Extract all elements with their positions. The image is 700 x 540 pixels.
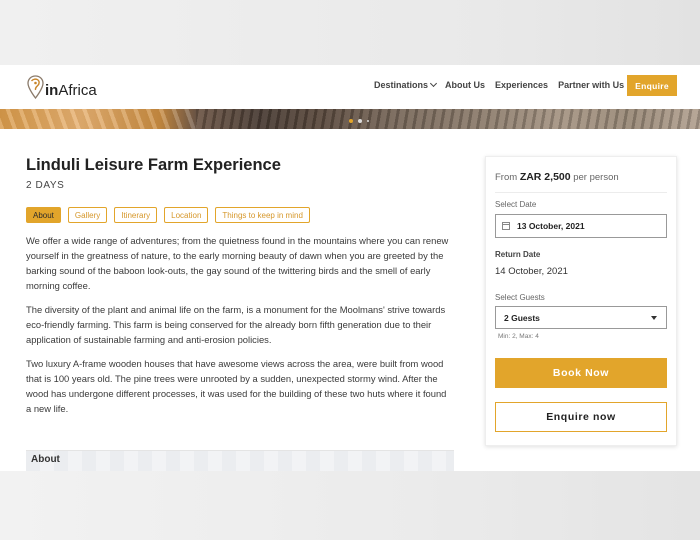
logo-wordmark: inAfrica (45, 82, 97, 99)
price-prefix: From (495, 172, 518, 183)
carousel-dot[interactable] (367, 120, 369, 122)
tab-gallery[interactable]: Gallery (67, 207, 108, 223)
nav-experiences[interactable]: Experiences (495, 80, 548, 90)
calendar-icon (502, 222, 510, 230)
description-paragraph: Two luxury A-frame wooden houses that ha… (26, 358, 447, 414)
bottom-background (0, 471, 700, 540)
tab-itinerary[interactable]: Itinerary (114, 207, 158, 223)
guests-select[interactable]: 2 Guests (495, 306, 667, 329)
enquire-button[interactable]: Enquire (627, 75, 677, 96)
price-suffix: per person (573, 172, 619, 183)
carousel-dots (349, 119, 369, 123)
main-nav: Destinations About Us Experiences Partne… (374, 79, 624, 90)
description-paragraph: The diversity of the plant and animal li… (26, 304, 446, 345)
select-guests-label: Select Guests (495, 293, 545, 302)
about-section-header (26, 450, 454, 471)
enquire-now-button[interactable]: Enquire now (495, 402, 667, 432)
logo-text-bold: in (45, 81, 59, 99)
description: We offer a wide range of adventures; fro… (26, 233, 451, 425)
tab-location[interactable]: Location (164, 207, 209, 223)
nav-about-us[interactable]: About Us (445, 80, 485, 90)
tab-things-to-keep-in-mind[interactable]: Things to keep in mind (215, 207, 310, 223)
section-tabs: About Gallery Itinerary Location Things … (26, 207, 310, 223)
carousel-dot[interactable] (349, 119, 353, 123)
chevron-down-icon (429, 79, 438, 88)
nav-destinations[interactable]: Destinations (374, 79, 438, 90)
page-title: Linduli Leisure Farm Experience (26, 156, 281, 174)
price-value: ZAR 2,500 (519, 171, 571, 183)
return-date-value: 14 October, 2021 (495, 266, 568, 277)
nav-partner-with-us[interactable]: Partner with Us (558, 80, 624, 90)
book-now-button[interactable]: Book Now (495, 358, 667, 388)
date-value: 13 October, 2021 (517, 221, 585, 231)
guests-limits: Min: 2, Max: 4 (498, 333, 539, 340)
guests-value: 2 Guests (504, 312, 540, 323)
map-pin-icon (27, 75, 44, 99)
select-date-label: Select Date (495, 200, 537, 209)
description-paragraph: We offer a wide range of adventures; fro… (26, 235, 449, 291)
divider (495, 192, 667, 193)
tab-about[interactable]: About (26, 207, 61, 223)
date-picker-input[interactable]: 13 October, 2021 (495, 214, 667, 238)
carousel-dot[interactable] (358, 119, 362, 123)
return-date-label: Return Date (495, 250, 541, 259)
duration-label: 2 DAYS (26, 180, 65, 191)
caret-down-icon (651, 315, 657, 320)
top-background (0, 0, 700, 65)
site-logo[interactable]: inAfrica (27, 73, 97, 101)
price-line: From ZAR 2,500 per person (495, 171, 619, 183)
about-section-heading: About (31, 454, 60, 465)
nav-destinations-label: Destinations (374, 80, 429, 90)
logo-text-rest: Africa (58, 81, 97, 99)
